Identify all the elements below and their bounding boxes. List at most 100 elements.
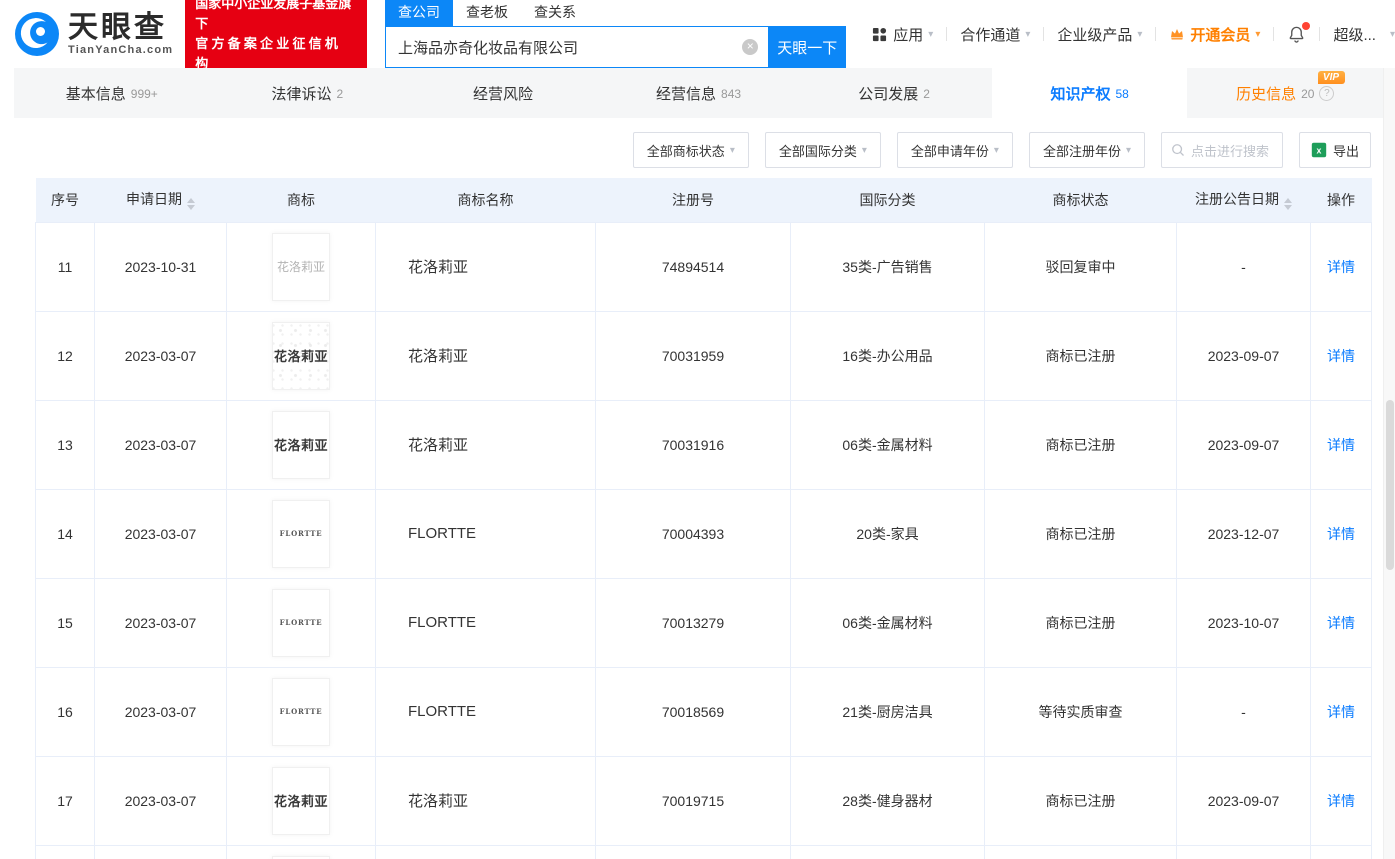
cell-index: 17	[36, 756, 95, 845]
menu-super[interactable]: 超级... ▾	[1333, 24, 1395, 45]
export-label: 导出	[1333, 141, 1359, 160]
help-icon[interactable]: ?	[1319, 86, 1334, 101]
trademark-panel: 全部商标状态 ▾ 全部国际分类 ▾ 全部申请年份 ▾ 全部注册年份 ▾ 点击进行	[0, 118, 1383, 859]
detail-link[interactable]: 详情	[1327, 793, 1355, 809]
cell-apply-date: 2023-03-07	[95, 578, 227, 667]
trademark-image[interactable]: 花洛莉亚	[272, 322, 330, 390]
nav-tab-label: 历史信息	[1236, 83, 1296, 104]
sort-icon[interactable]	[187, 198, 195, 210]
cell-apply-date: 2023-03-07	[95, 756, 227, 845]
cell-reg-no: 74894514	[596, 222, 791, 311]
cell-mark-name: FLORTTE	[376, 578, 596, 667]
cell-mark: FLORTTE	[227, 667, 376, 756]
badge-line1: 国家中小企业发展子基金旗下	[195, 0, 357, 34]
filter-label: 全部申请年份	[911, 141, 989, 160]
notifications-button[interactable]	[1287, 25, 1306, 44]
export-button[interactable]: x 导出	[1299, 132, 1371, 168]
cell-reg-no: 70031959	[596, 311, 791, 400]
col-pub-date[interactable]: 注册公告日期	[1177, 178, 1311, 222]
nav-tab-intellectual-property[interactable]: 知识产权 58	[992, 68, 1188, 118]
table-row: 16 2023-03-07 FLORTTE FLORTTE 70018569 2…	[36, 667, 1372, 756]
search-input[interactable]	[385, 26, 768, 68]
search-tab-relation[interactable]: 查关系	[521, 0, 589, 26]
cell-mark-name: 花洛莉亚	[376, 311, 596, 400]
trademark-image[interactable]: 花洛莉亚	[272, 411, 330, 479]
menu-open-vip[interactable]: 开通会员 ▾	[1169, 24, 1260, 45]
cell-mark: 花洛莉亚	[227, 756, 376, 845]
cell-apply-date: 2023-03-07	[95, 400, 227, 489]
cell-index: 14	[36, 489, 95, 578]
cell-pub-date: 2023-09-07	[1177, 311, 1311, 400]
table-search-placeholder: 点击进行搜索	[1191, 141, 1269, 160]
trademark-image[interactable]: FLORTTE	[272, 589, 330, 657]
cell-action: 详情	[1311, 667, 1372, 756]
filter-label: 全部商标状态	[647, 141, 725, 160]
col-apply-date[interactable]: 申请日期	[95, 178, 227, 222]
cell-reg-no: 70031916	[596, 400, 791, 489]
menu-cooperation[interactable]: 合作通道 ▾	[960, 24, 1030, 45]
trademark-image[interactable]: FLORTTE	[272, 678, 330, 746]
nav-tab-legal[interactable]: 法律诉讼 2	[210, 68, 406, 118]
divider	[946, 27, 947, 41]
nav-tab-history[interactable]: VIP 历史信息 20 ?	[1187, 68, 1383, 118]
detail-link[interactable]: 详情	[1327, 615, 1355, 631]
nav-tab-risk[interactable]: 经营风险	[405, 68, 601, 118]
cell-action: 详情	[1311, 578, 1372, 667]
cell-intl-class: 28类-健身器材	[791, 756, 985, 845]
table-row: 17 2023-03-07 花洛莉亚 花洛莉亚 70019715 28类-健身器…	[36, 756, 1372, 845]
notification-dot	[1302, 22, 1310, 30]
trademark-image[interactable]: FLORTTE	[272, 500, 330, 568]
cell-mark: 花洛莉亚	[227, 400, 376, 489]
cell-mark: 花洛莉亚	[227, 311, 376, 400]
nav-tab-label: 公司发展	[858, 83, 918, 104]
header-menu: 应用 ▾ 合作通道 ▾ 企业级产品 ▾ 开通会员 ▾	[872, 24, 1395, 45]
trademark-image[interactable]: 花洛莉亚	[272, 233, 330, 301]
table-row: 14 2023-03-07 FLORTTE FLORTTE 70004393 2…	[36, 489, 1372, 578]
menu-enterprise[interactable]: 企业级产品 ▾	[1057, 24, 1142, 45]
col-status: 商标状态	[985, 178, 1177, 222]
divider	[1319, 27, 1320, 41]
detail-link[interactable]: 详情	[1327, 526, 1355, 542]
detail-link[interactable]: 详情	[1327, 259, 1355, 275]
chevron-down-icon: ▾	[1255, 29, 1260, 40]
nav-tab-basic-info[interactable]: 基本信息 999+	[14, 68, 210, 118]
table-search-input[interactable]: 点击进行搜索	[1161, 132, 1283, 168]
trademark-image[interactable]	[272, 856, 330, 859]
page-scrollbar[interactable]	[1383, 68, 1395, 859]
brand-logo[interactable]: 天眼查 TianYanCha.com	[14, 11, 173, 57]
trademark-image[interactable]: 花洛莉亚	[272, 767, 330, 835]
nav-tab-count: 999+	[131, 87, 158, 101]
sort-icon[interactable]	[1284, 198, 1292, 210]
search-button[interactable]: 天眼一下	[768, 26, 846, 68]
cell-intl-class: 20类-家具	[791, 489, 985, 578]
filter-intl-class[interactable]: 全部国际分类 ▾	[765, 132, 881, 168]
detail-link[interactable]: 详情	[1327, 704, 1355, 720]
scrollbar-thumb[interactable]	[1386, 400, 1394, 570]
tianyancha-trademark-page: 天眼查 TianYanCha.com 国家中小企业发展子基金旗下 官方备案企业征…	[0, 0, 1395, 859]
cell-action: 详情	[1311, 311, 1372, 400]
cell-action: 详情	[1311, 400, 1372, 489]
search-tab-boss[interactable]: 查老板	[453, 0, 521, 26]
detail-link[interactable]: 详情	[1327, 348, 1355, 364]
filter-trademark-status[interactable]: 全部商标状态 ▾	[633, 132, 749, 168]
cell-intl-class: 06类-金属材料	[791, 400, 985, 489]
nav-tab-development[interactable]: 公司发展 2	[796, 68, 992, 118]
cell-reg-no: 70018569	[596, 667, 791, 756]
search-tab-company[interactable]: 查公司	[385, 0, 453, 26]
cell-apply-date	[95, 845, 227, 859]
detail-link[interactable]: 详情	[1327, 437, 1355, 453]
tianyancha-eye-icon	[14, 11, 60, 57]
filter-apply-year[interactable]: 全部申请年份 ▾	[897, 132, 1013, 168]
col-intl-class: 国际分类	[791, 178, 985, 222]
cell-status	[985, 845, 1177, 859]
search-row: × 天眼一下	[385, 26, 846, 68]
menu-apps[interactable]: 应用 ▾	[872, 24, 933, 45]
cell-reg-no	[596, 845, 791, 859]
cell-mark-name: 花洛莉亚	[376, 400, 596, 489]
nav-tab-business-info[interactable]: 经营信息 843	[601, 68, 797, 118]
brand-name-en: TianYanCha.com	[68, 44, 173, 56]
divider	[1155, 27, 1156, 41]
filter-register-year[interactable]: 全部注册年份 ▾	[1029, 132, 1145, 168]
nav-tab-count: 2	[337, 87, 344, 101]
chevron-down-icon: ▾	[1390, 29, 1395, 40]
